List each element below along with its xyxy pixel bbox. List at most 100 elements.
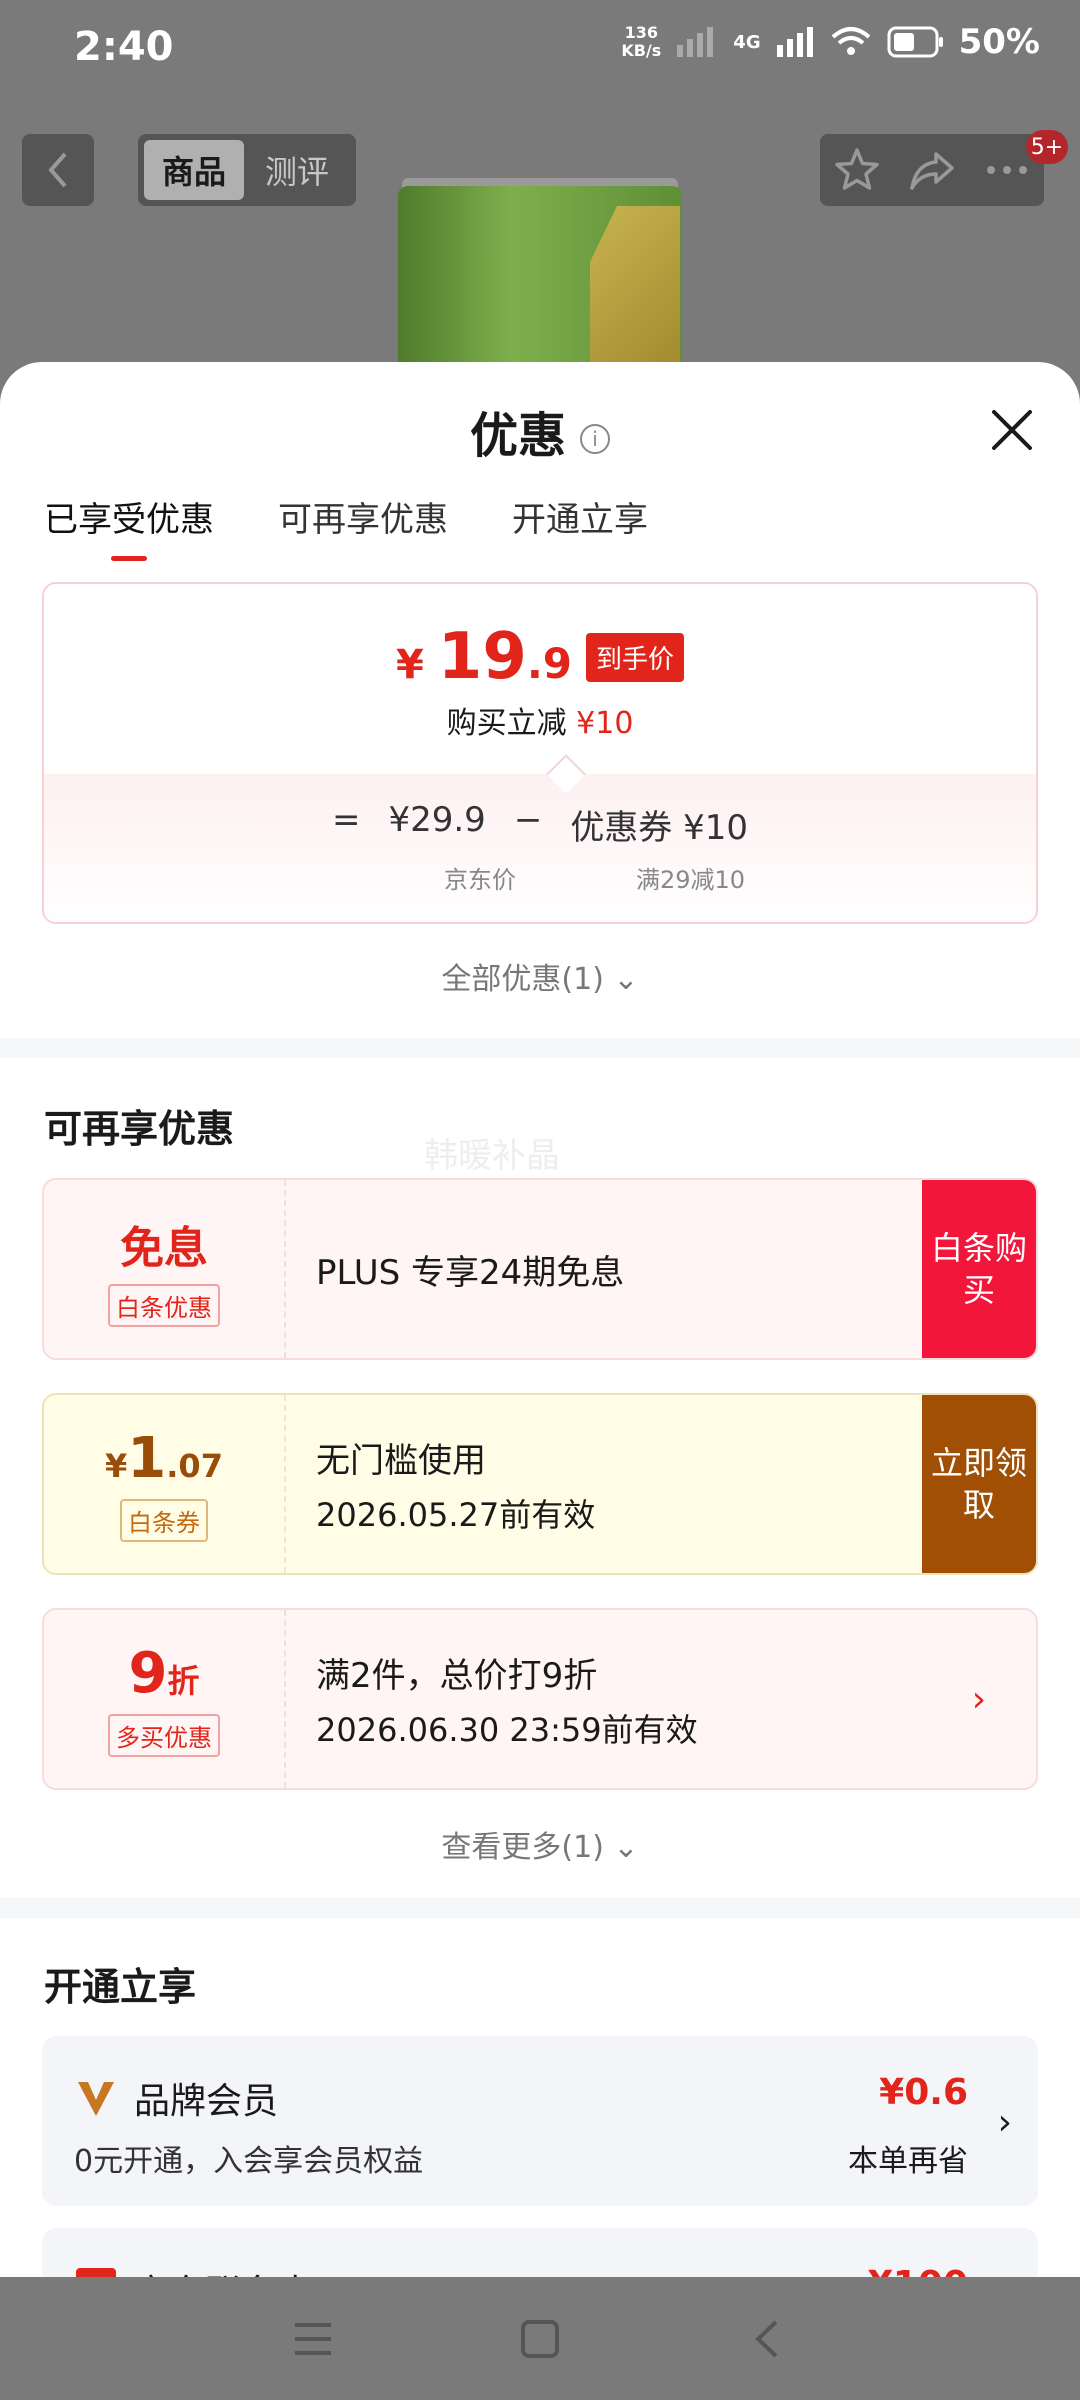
net-speed-value: 136 <box>624 23 659 42</box>
instant-discount-amount: ¥10 <box>576 706 634 741</box>
battery-percent: 50% <box>958 22 1040 62</box>
claim-now-button[interactable]: 立即领取 <box>922 1395 1036 1573</box>
final-price-tag: 到手价 <box>586 632 685 682</box>
coupon-discount-unit: 折 <box>167 1662 200 1700</box>
menu-icon <box>295 2323 332 2355</box>
coupon-title: 无门槛使用 <box>316 1440 486 1481</box>
share-icon[interactable] <box>908 146 956 194</box>
price-top: ¥ 19 .9 到手价 购买立减 ¥10 <box>44 584 1036 774</box>
close-icon[interactable] <box>988 406 1036 454</box>
coupon-body: 无门槛使用 2026.05.27前有效 <box>286 1395 922 1573</box>
chevron-right-icon: › <box>997 2102 1012 2143</box>
coupon-caption: 满29减10 <box>636 866 746 894</box>
signal-icon <box>677 27 714 57</box>
watermark: 韩暖补晶 <box>424 1136 560 1176</box>
formula-row: = ¥29.9 − 优惠券 ¥10 <box>44 800 1036 849</box>
final-price-card: ¥ 19 .9 到手价 购买立减 ¥10 = ¥29.9 − 优惠券 ¥10 京… <box>42 582 1038 924</box>
card-name: 京东联名卡 <box>134 2264 314 2277</box>
coupon-value: 免息 <box>120 1222 208 1274</box>
back-nav-button[interactable] <box>737 2309 797 2369</box>
coupon-amount: 优惠券 ¥10 <box>570 808 749 848</box>
tab-review[interactable]: 测评 <box>244 147 350 193</box>
member-saving-amount: ¥0.6 <box>879 2072 968 2113</box>
tab-product[interactable]: 商品 <box>144 140 244 200</box>
product-page-header: 商品 测评 5+ <box>0 96 1080 366</box>
coupon-expiry: 2026.05.27前有效 <box>316 1495 596 1534</box>
price-int: 19 <box>437 620 527 694</box>
back-button[interactable] <box>22 134 94 206</box>
coupon-left: ¥1.07 白条券 <box>44 1395 286 1573</box>
coupon-badge: 白条券 <box>120 1499 208 1542</box>
baitiao-buy-button[interactable]: 白条购买 <box>922 1180 1036 1358</box>
coupon-expiry: 2026.06.30 23:59前有效 <box>316 1710 698 1749</box>
all-discounts-link[interactable]: 全部优惠(1) ⌄ <box>0 954 1080 998</box>
coupon-left: 免息 白条优惠 <box>44 1180 286 1358</box>
price-formula: = ¥29.9 − 优惠券 ¥10 京东价 满29减10 <box>44 774 1036 922</box>
card-saving-amount: ¥100 <box>868 2264 968 2277</box>
price-dec: .9 <box>526 639 573 688</box>
tab-more[interactable]: 可再享优惠 <box>278 492 448 541</box>
formula-equals: = <box>331 800 361 840</box>
discount-sheet: 优惠 i 已享受优惠 可再享优惠 开通立享 ¥ 19 .9 到手价 购买立减 ¥1… <box>0 362 1080 2277</box>
recent-apps-button[interactable] <box>283 2309 343 2369</box>
coupon-badge: 多买优惠 <box>108 1714 220 1757</box>
jd-price: ¥29.9 <box>388 800 486 840</box>
sheet-title: 优惠 i <box>0 396 1080 466</box>
status-time: 2:40 <box>74 24 174 70</box>
discount-tabs: 已享受优惠 可再享优惠 开通立享 <box>44 492 648 561</box>
coupon-int: 1 <box>127 1426 167 1491</box>
section-title-more: 可再享优惠 <box>44 1107 235 1151</box>
instant-discount-label: 购买立减 <box>446 706 567 741</box>
tab-open[interactable]: 开通立享 <box>512 492 648 541</box>
status-bar: 2:40 136 KB/s 4G 50% <box>0 0 1080 96</box>
coupon-baitiao-free-interest: 免息 白条优惠 PLUS 专享24期免息 白条购买 <box>42 1178 1038 1360</box>
coupon-title: 满2件，总价打9折 <box>316 1655 598 1696</box>
coupon-yen: ¥ <box>105 1447 128 1485</box>
see-more-link[interactable]: 查看更多(1) ⌄ <box>0 1822 1080 1866</box>
cart-badge: 5+ <box>1026 130 1068 164</box>
formula-minus: − <box>513 800 543 840</box>
coupon-body: PLUS 专享24期免息 <box>286 1180 922 1358</box>
section-divider <box>0 1898 1080 1918</box>
coupon-dec: .07 <box>166 1447 223 1485</box>
co-brand-card[interactable]: 京东联名卡 ¥100 <box>42 2228 1038 2277</box>
coupon-value: 9折 <box>129 1641 200 1706</box>
price-yen: ¥ <box>395 642 424 688</box>
coupon-body: 满2件，总价打9折 2026.06.30 23:59前有效 <box>286 1610 922 1788</box>
star-icon[interactable] <box>833 146 881 194</box>
coupon-baitiao-voucher: ¥1.07 白条券 无门槛使用 2026.05.27前有效 立即领取 <box>42 1393 1038 1575</box>
info-icon[interactable]: i <box>580 424 610 454</box>
member-saving-label: 本单再省 <box>848 2144 968 2179</box>
wifi-icon <box>831 27 870 55</box>
square-icon <box>520 2320 559 2358</box>
more-icon[interactable] <box>983 146 1031 194</box>
chevron-left-icon <box>48 152 67 188</box>
brand-member-card[interactable]: 品牌会员 0元开通，入会享会员权益 ¥0.6 本单再省 › <box>42 2036 1038 2206</box>
brand-member-logo-icon <box>78 2082 114 2116</box>
network-type: 4G <box>733 31 761 53</box>
header-tools <box>820 134 1044 206</box>
coupon-discount: 9 <box>128 1641 168 1706</box>
jd-price-caption: 京东价 <box>444 866 516 894</box>
coupon-title: PLUS 专享24期免息 <box>316 1252 625 1293</box>
coupon-badge: 白条优惠 <box>108 1283 220 1327</box>
net-speed-unit: KB/s <box>621 41 662 60</box>
coupon-multi-buy[interactable]: 9折 多买优惠 满2件，总价打9折 2026.06.30 23:59前有效 › <box>42 1608 1038 1790</box>
member-desc: 0元开通，入会享会员权益 <box>74 2144 424 2179</box>
product-segment-control: 商品 测评 <box>138 134 356 206</box>
home-button[interactable] <box>510 2309 570 2369</box>
net-speed: 136 KB/s <box>621 24 661 60</box>
status-icons: 136 KB/s 4G 50% <box>621 22 1040 62</box>
system-nav-bar <box>0 2278 1080 2400</box>
card-logo-icon <box>76 2268 116 2277</box>
back-arrow-icon <box>754 2320 778 2358</box>
sheet-title-text: 优惠 <box>469 408 566 464</box>
coupon-left: 9折 多买优惠 <box>44 1610 286 1788</box>
coupon-value: ¥1.07 <box>105 1426 223 1491</box>
chevron-right-icon: › <box>971 1678 987 1720</box>
tab-enjoyed[interactable]: 已享受优惠 <box>44 492 214 561</box>
section-divider <box>0 1038 1080 1058</box>
member-name: 品牌会员 <box>134 2081 279 2122</box>
battery-icon <box>887 26 943 58</box>
instant-discount: 购买立减 ¥10 <box>44 698 1036 742</box>
